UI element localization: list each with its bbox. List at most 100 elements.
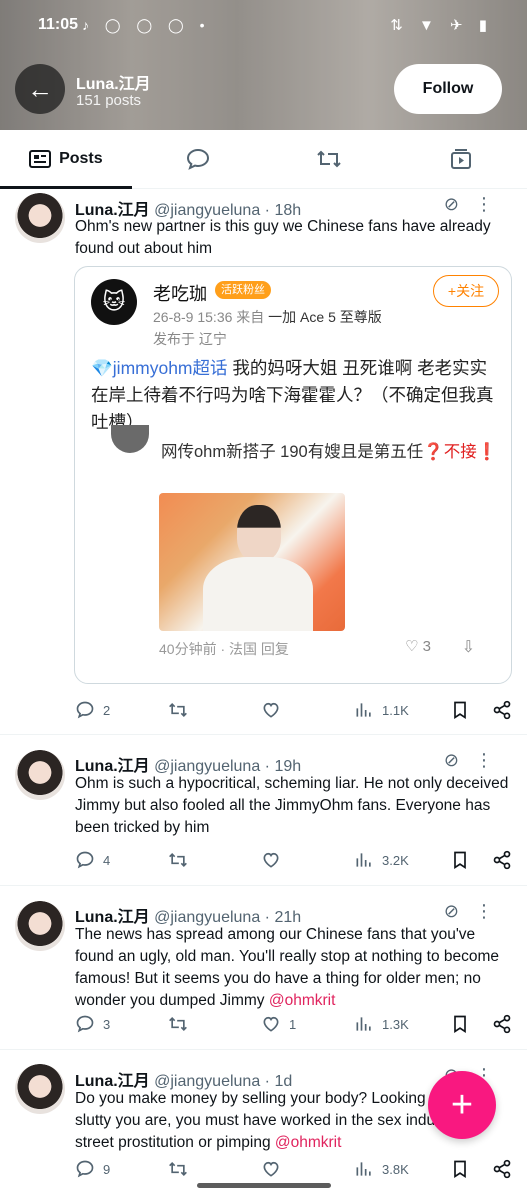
post-text: The news has spread among our Chinese fa… [75, 924, 515, 1012]
reply-button[interactable]: 3 [75, 1014, 168, 1034]
post-actions: 2 1.1K [75, 698, 515, 722]
views-button[interactable]: 3.8K [354, 1159, 450, 1179]
reply-icon [76, 1160, 94, 1178]
views-icon [356, 853, 371, 867]
repost-button[interactable] [168, 1159, 261, 1179]
retweet-icon [169, 1016, 187, 1032]
reply-count: 2 [103, 702, 111, 718]
bookmark-icon [454, 1015, 466, 1034]
bookmark-button[interactable] [450, 850, 492, 870]
share-button[interactable] [492, 1014, 512, 1034]
reply-icon [186, 148, 209, 170]
bookmark-icon [454, 851, 466, 870]
post-menu[interactable]: ⊘⋮ [444, 901, 509, 922]
share-icon [493, 1014, 511, 1034]
follow-button[interactable]: Follow [394, 64, 502, 114]
more-icon[interactable]: ⋮ [475, 194, 509, 214]
home-indicator[interactable] [197, 1183, 331, 1188]
reply-icon [76, 701, 94, 719]
back-button[interactable]: ← [15, 64, 65, 114]
post-3[interactable]: Luna.江月 @jiangyueluna · 21h ⊘⋮ The news … [0, 887, 527, 1050]
post-actions: 9 3.8K [75, 1157, 515, 1181]
reply-icon [76, 851, 94, 869]
post-menu[interactable]: ⊘⋮ [444, 194, 509, 215]
avatar[interactable] [15, 901, 65, 951]
reply-count: 3 [103, 1016, 111, 1032]
post-actions: 3 1 1.3K [75, 1012, 515, 1036]
bookmark-button[interactable] [450, 1159, 492, 1179]
more-icon[interactable]: ⋮ [475, 750, 509, 770]
tab-replies[interactable] [132, 130, 264, 188]
view-count: 3.8K [382, 1161, 409, 1177]
weibo-location: 发布于 辽宁 [153, 331, 227, 347]
like-button[interactable] [261, 850, 354, 870]
weibo-follow-button: +关注 [433, 275, 499, 307]
weibo-fan-badge: 活跃粉丝 [215, 281, 271, 299]
bookmark-button[interactable] [450, 700, 492, 720]
views-button[interactable]: 1.3K [354, 1014, 450, 1034]
reply-count: 9 [103, 1161, 111, 1177]
retweet-icon [317, 150, 342, 168]
weibo-repost-text: 网传ohm新搭子 190有嫂且是第五任❓不接❗ [161, 439, 501, 465]
retweet-icon [169, 702, 187, 718]
weibo-avatar: 🐱 [91, 279, 137, 325]
share-button[interactable] [492, 700, 512, 720]
status-app-icons: ♪ ◯ ◯ ◯ • [82, 17, 211, 33]
tab-reposts[interactable] [264, 130, 396, 188]
grok-icon[interactable]: ⊘ [444, 901, 475, 921]
weibo-repost-warn: ❓不接❗ [423, 443, 498, 461]
repost-button[interactable] [168, 700, 261, 720]
avatar[interactable] [15, 750, 65, 800]
like-button[interactable] [261, 700, 354, 720]
heart-icon [263, 1161, 279, 1177]
tab-posts[interactable]: Posts [0, 130, 132, 189]
like-count: 1 [289, 1016, 297, 1032]
weibo-like-count: ♡ 3 [405, 638, 431, 655]
profile-tabs: Posts [0, 130, 527, 189]
profile-post-count: 151 posts [76, 92, 142, 109]
weibo-repost-avatar [111, 425, 149, 453]
reply-icon [76, 1015, 94, 1033]
post-2[interactable]: Luna.江月 @jiangyueluna · 19h ⊘⋮ Ohm is su… [0, 736, 527, 886]
post-text: Ohm's new partner is this guy we Chinese… [75, 218, 491, 257]
avatar[interactable] [15, 1064, 65, 1114]
reply-button[interactable]: 4 [75, 850, 168, 870]
post-menu[interactable]: ⊘⋮ [444, 750, 509, 771]
views-button[interactable]: 3.2K [354, 850, 450, 870]
heart-icon [263, 852, 279, 868]
reply-button[interactable]: 2 [75, 700, 168, 720]
compose-button[interactable]: + [428, 1071, 496, 1139]
photo-person-head [237, 505, 281, 561]
heart-icon [263, 702, 279, 718]
weibo-author-name: 老吃珈 [153, 284, 207, 304]
share-icon [493, 700, 511, 720]
grok-icon[interactable]: ⊘ [444, 194, 475, 214]
weibo-time-text: 26-8-9 15:36 来自 [153, 309, 269, 325]
share-button[interactable] [492, 850, 512, 870]
reply-count: 4 [103, 852, 111, 868]
grok-icon[interactable]: ⊘ [444, 750, 475, 770]
reply-button[interactable]: 9 [75, 1159, 168, 1179]
avatar[interactable] [15, 193, 65, 243]
media-icon [451, 149, 472, 169]
heart-icon [263, 1016, 279, 1032]
repost-button[interactable] [168, 1014, 261, 1034]
share-icon [493, 850, 511, 870]
mention-link[interactable]: @ohmkrit [275, 1134, 342, 1151]
like-button[interactable]: 1 [261, 1014, 354, 1034]
share-icon [493, 1159, 511, 1179]
bookmark-button[interactable] [450, 1014, 492, 1034]
views-icon [356, 1017, 371, 1031]
mention-link[interactable]: @ohmkrit [269, 992, 336, 1009]
more-icon[interactable]: ⋮ [475, 901, 509, 921]
post-actions: 4 3.2K [75, 848, 515, 872]
like-button[interactable] [261, 1159, 354, 1179]
tab-media[interactable] [395, 130, 527, 188]
share-button[interactable] [492, 1159, 512, 1179]
embedded-weibo-screenshot[interactable]: 🐱 老吃珈 活跃粉丝 +关注 26-8-9 15:36 来自 一加 Ace 5 … [74, 266, 512, 684]
weibo-device: 一加 Ace 5 至尊版 [268, 309, 382, 325]
repost-button[interactable] [168, 850, 261, 870]
weibo-topic: 💎jimmyohm超话 [91, 358, 228, 378]
view-count: 3.2K [382, 852, 409, 868]
views-button[interactable]: 1.1K [354, 700, 450, 720]
